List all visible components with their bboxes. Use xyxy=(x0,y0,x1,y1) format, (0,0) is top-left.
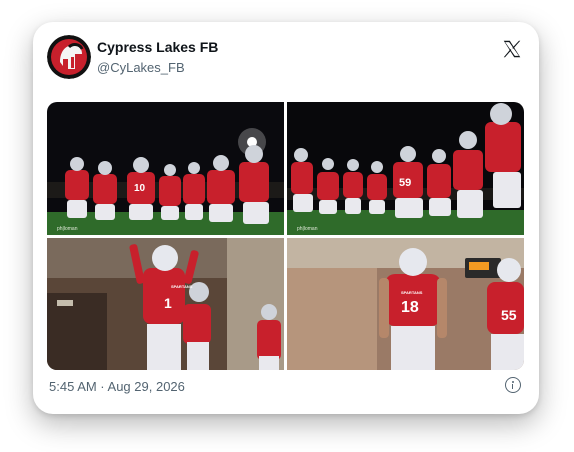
post-card: Cypress Lakes FB @CyLakes_FB 10 ph|loman… xyxy=(33,22,539,414)
jersey-number: 18 xyxy=(401,299,419,316)
spartan-helmet-logo-icon xyxy=(47,35,91,79)
profile-avatar[interactable] xyxy=(47,35,91,79)
post-timestamp[interactable]: 5:45 AM · Aug 29, 2026 xyxy=(49,379,185,394)
media-photo-4[interactable]: SPARTANS 18 55 xyxy=(287,238,524,370)
media-photo-3[interactable]: SPARTANS 1 xyxy=(47,238,284,370)
media-photo-1[interactable]: 10 ph|loman xyxy=(47,102,284,235)
media-photo-2[interactable]: 59 ph|loman xyxy=(287,102,524,235)
display-name[interactable]: Cypress Lakes FB xyxy=(97,39,218,55)
photo-credit: ph|loman xyxy=(297,226,318,232)
jersey-number: 59 xyxy=(399,177,411,189)
x-logo-icon[interactable] xyxy=(501,38,523,60)
photo-credit: ph|loman xyxy=(57,226,78,232)
jersey-number: 55 xyxy=(501,307,517,323)
info-icon[interactable] xyxy=(505,377,521,393)
svg-text:SPARTANS: SPARTANS xyxy=(401,290,423,295)
user-handle[interactable]: @CyLakes_FB xyxy=(97,60,185,75)
media-grid: 10 ph|loman 59 ph|loman SPARTANS 1 SPART… xyxy=(47,102,524,370)
svg-text:SPARTANS: SPARTANS xyxy=(171,284,193,289)
jersey-number: 1 xyxy=(164,295,172,311)
jersey-number: 10 xyxy=(134,183,146,194)
